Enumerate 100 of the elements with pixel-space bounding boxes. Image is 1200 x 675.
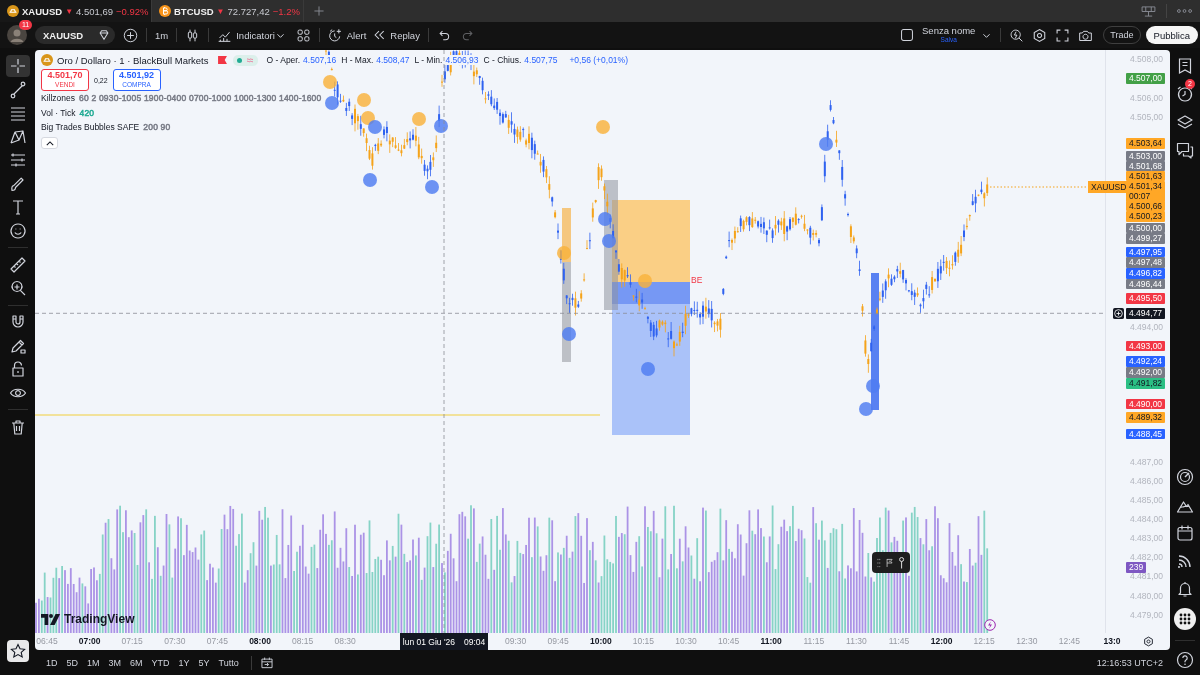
range-button[interactable]: 5D — [63, 653, 82, 672]
layers-icon[interactable] — [1176, 113, 1194, 131]
alarm-clock-icon — [327, 27, 343, 43]
indicator-args: 60 2 0930-1005 1900-0400 0700-1000 1000-1300 1400-1600 — [79, 93, 322, 103]
ohlc-label: O - Aper. — [266, 55, 301, 65]
range-button[interactable]: YTD — [148, 653, 173, 672]
line-icon — [8, 80, 27, 99]
ohlc-label: L - Min. — [414, 55, 443, 65]
flag-icon[interactable] — [885, 556, 893, 569]
range-button[interactable]: 5Y — [195, 653, 213, 672]
ohlc-label: C - Chius. — [483, 55, 522, 65]
collapse-button[interactable] — [41, 137, 58, 149]
ohlc-value: 4.508,47 — [376, 55, 410, 65]
more-icon[interactable] — [1177, 9, 1192, 13]
price-tick: 4.482,00 — [1129, 552, 1163, 563]
watchlist-icon[interactable] — [1176, 57, 1194, 75]
zoom-in-icon — [8, 279, 27, 297]
star-icon[interactable] — [6, 640, 29, 662]
pin-icon[interactable] — [897, 556, 905, 569]
price-label: 4.501,63 — [1126, 170, 1166, 182]
indicator-name[interactable]: Big Trades Bubbles SAFE — [41, 122, 140, 132]
tool-button[interactable] — [5, 55, 30, 77]
time-tick: 12:00 — [930, 636, 953, 647]
alert-button[interactable]: Alert — [327, 25, 367, 45]
price-tick: 4.485,00 — [1129, 494, 1163, 505]
plus-icon[interactable] — [314, 6, 324, 16]
help-icon[interactable] — [1176, 651, 1194, 669]
price-label: 4.490,00 — [1126, 398, 1166, 410]
time-tick: 09:30 — [504, 636, 527, 647]
ohlc-value: 4.506,93 — [445, 55, 479, 65]
range-button[interactable]: 6M — [127, 653, 146, 672]
apps-grid-icon[interactable] — [1174, 608, 1196, 630]
symbol-search-field[interactable]: XAUUSD — [35, 26, 115, 44]
avatar[interactable] — [7, 25, 27, 45]
horizontal-lines-icon — [8, 104, 27, 122]
price-label: 4.496,44 — [1126, 278, 1166, 290]
coin-icon — [159, 5, 171, 17]
smiley-icon — [8, 221, 27, 240]
target-icon[interactable] — [1176, 468, 1194, 486]
range-button[interactable]: 1Y — [175, 653, 193, 672]
crosshair-time-label: lun 01 Giu '26 09:04 — [400, 633, 488, 650]
coin-icon — [41, 54, 53, 66]
settings-icon[interactable] — [1032, 27, 1048, 43]
time-tick: 10:15 — [632, 636, 655, 647]
diamond-icon[interactable] — [97, 28, 111, 42]
price-label: 4.507,00 — [1126, 73, 1166, 84]
lightning-icon[interactable] — [984, 619, 996, 631]
calendar-icon[interactable] — [259, 655, 274, 670]
time-tick: 09:45 — [547, 636, 569, 647]
grid-icon[interactable] — [295, 27, 311, 43]
interval-button[interactable]: 1m — [155, 25, 169, 45]
range-button[interactable]: 1M — [84, 653, 103, 672]
range-button[interactable]: 1D — [43, 653, 61, 672]
ohlc-label: H - Max. — [341, 55, 374, 65]
range-button[interactable]: Tutto — [215, 653, 242, 672]
chat-icon[interactable] — [1176, 141, 1194, 159]
price-label: 4.496,82 — [1126, 268, 1166, 279]
bell-icon[interactable] — [1176, 580, 1194, 598]
time-tick: 11:45 — [888, 636, 910, 647]
status-dot-icon — [236, 57, 242, 63]
publish-button[interactable]: Pubblica — [1145, 26, 1198, 44]
layout-icon[interactable] — [1141, 5, 1156, 17]
replay-button[interactable]: Replay — [372, 25, 420, 45]
price-tick: 4.484,00 — [1129, 513, 1163, 524]
alarm-clock-icon[interactable] — [1176, 85, 1194, 103]
time-tick: 11:30 — [846, 636, 867, 647]
time-tick: 13:0 — [1103, 636, 1121, 647]
time-tick: 12:30 — [1016, 636, 1038, 647]
price-label: 4.489,32 — [1126, 412, 1166, 423]
indicator-name[interactable]: Vol · Tick — [41, 107, 76, 118]
range-button[interactable]: 3M — [105, 653, 125, 672]
plus-circle-icon[interactable] — [123, 27, 138, 43]
symbol-tab[interactable]: XAUUSD ▼ 4.501,69 −0.92% — [0, 0, 152, 22]
status-pill[interactable] — [232, 54, 258, 66]
price-change: +0,56 (+0,01%) — [569, 55, 628, 65]
indicators-button[interactable]: Indicatori — [217, 25, 275, 45]
price-tick: 4.508,00 — [1129, 54, 1163, 65]
flag-icon[interactable] — [217, 56, 227, 64]
calendar-icon[interactable] — [1176, 524, 1194, 542]
time-tick: 08:00 — [249, 636, 271, 647]
plus-circle-icon[interactable] — [1113, 307, 1124, 319]
indicator-name[interactable]: Killzones — [41, 93, 76, 103]
price-label: 4.500,00 — [1126, 222, 1166, 234]
drag-handle-icon[interactable] — [877, 557, 881, 568]
price-label: 4.497,95 — [1126, 246, 1166, 258]
ruler-icon — [8, 255, 27, 274]
square-icon[interactable] — [900, 28, 914, 42]
quick-search-icon[interactable] — [1009, 27, 1025, 43]
fullscreen-icon[interactable] — [1055, 27, 1071, 43]
signal-icon[interactable] — [1176, 552, 1194, 570]
price-label: 4.492,24 — [1126, 356, 1166, 367]
time-tick: 10:30 — [675, 636, 697, 647]
price-label: 4.500,23 — [1126, 211, 1166, 222]
crosshair-icon — [8, 57, 27, 75]
undo-icon[interactable] — [436, 28, 451, 42]
floating-toolbar[interactable] — [872, 552, 910, 573]
price-tick: 4.505,00 — [1129, 111, 1163, 122]
price-label: 4.499,27 — [1126, 233, 1166, 244]
zigzag-icon — [8, 127, 27, 146]
settings-icon[interactable] — [1143, 636, 1154, 647]
